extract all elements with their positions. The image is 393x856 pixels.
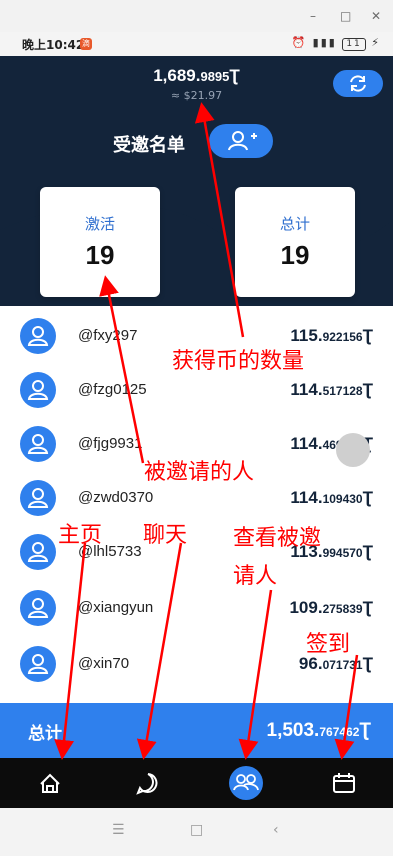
annotation-view-invited-2: 请人: [233, 564, 278, 589]
app-screen: – □ ✕ 晚上10:42 滴 ⏰ ▮▮▮ 11 ⚡ 1,689.9895Ʈ ≈…: [0, 0, 393, 856]
annotation-arrows: [54, 102, 359, 760]
arrow-to-active-card: [99, 275, 145, 464]
annotation-view-invited-1: 查看被邀: [233, 526, 322, 551]
arrow-to-checkin: [334, 654, 359, 760]
annotation-coins: 获得币的数量: [172, 349, 305, 374]
arrow-to-balance: [194, 102, 245, 338]
arrow-to-home: [54, 542, 87, 760]
arrow-to-chat: [136, 542, 183, 760]
annotation-chat: 聊天: [143, 523, 188, 548]
annotation-invited: 被邀请的人: [144, 460, 255, 485]
annotation-home: 主页: [58, 523, 103, 548]
arrow-to-invitees: [238, 589, 273, 760]
annotation-checkin: 签到: [306, 632, 351, 657]
